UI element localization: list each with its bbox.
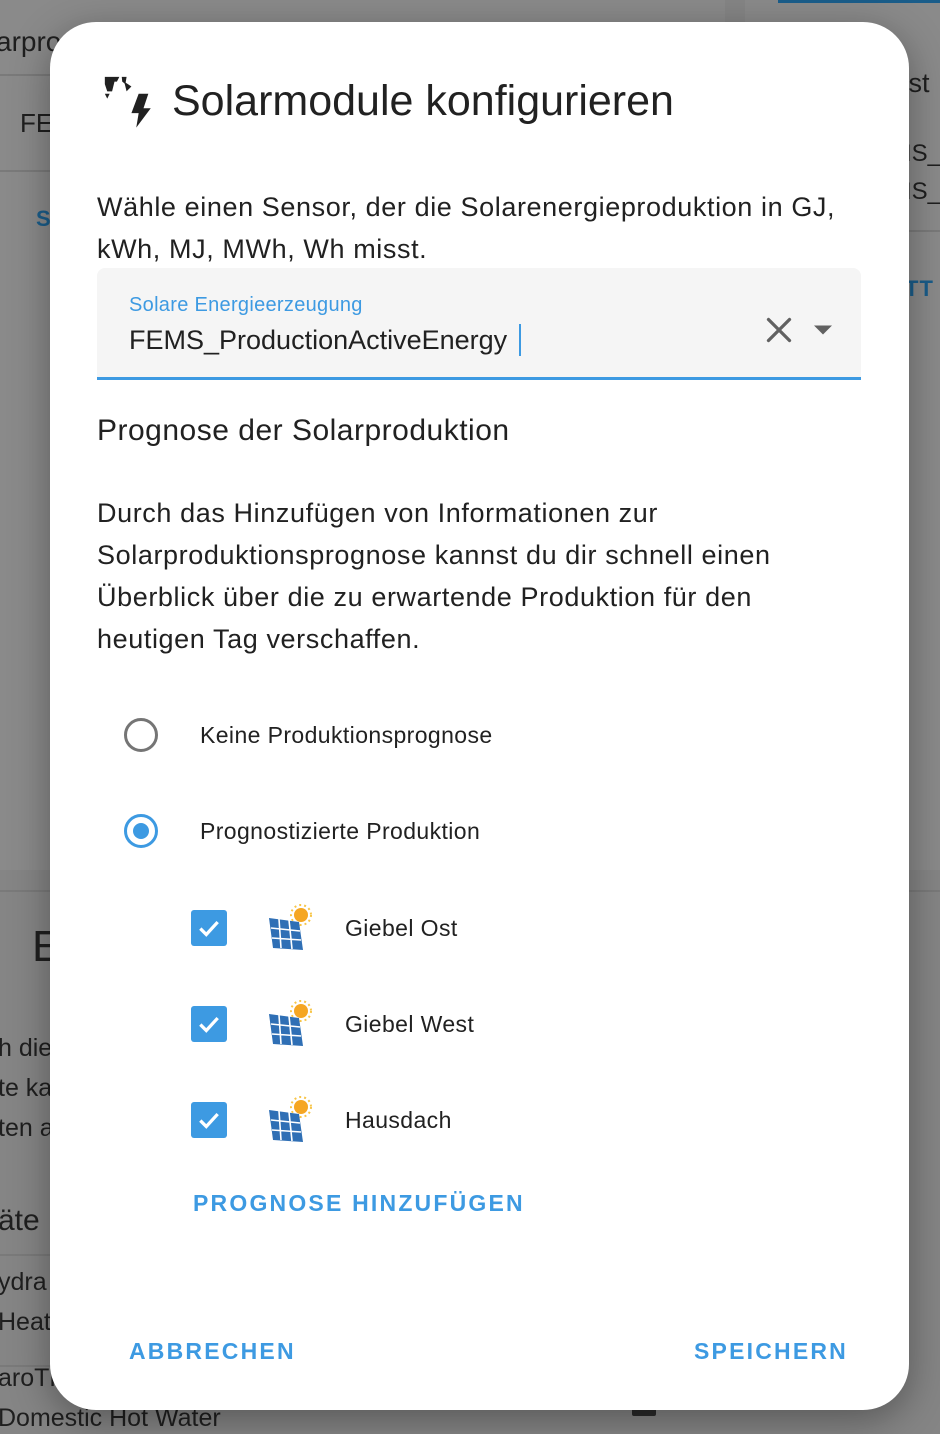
forecast-solar-icon (269, 1000, 312, 1046)
forecast-source-hausdach[interactable]: Hausdach (191, 1094, 452, 1146)
radio-button[interactable] (124, 718, 158, 752)
forecast-source-label: Giebel Ost (345, 914, 458, 941)
forecast-source-label: Giebel West (345, 1010, 475, 1037)
background-tab-indicator (778, 0, 940, 3)
background-text: äte (0, 1204, 40, 1237)
forecast-solar-icon (269, 1096, 312, 1142)
forecast-solar-icon (269, 904, 312, 950)
background-text: Heat (0, 1308, 51, 1336)
radio-option-no-forecast[interactable]: Keine Produktionsprognose (124, 718, 493, 752)
checkbox-checked[interactable] (191, 1102, 227, 1138)
checkbox-checked[interactable] (191, 1006, 227, 1042)
sensor-select-field[interactable]: Solare Energieerzeugung (97, 268, 861, 380)
forecast-source-label: Hausdach (345, 1106, 452, 1133)
background-text: IS_ (905, 140, 940, 167)
check-icon (199, 920, 219, 937)
forecast-source-giebel-west[interactable]: Giebel West (191, 998, 474, 1050)
cancel-button[interactable]: ABBRECHEN (129, 1338, 296, 1365)
dialog-title: Solarmodule konfigurieren (172, 76, 674, 125)
forecast-description: Durch das Hinzufügen von Informationen z… (97, 498, 771, 654)
arrow-drop-down-icon[interactable] (805, 312, 841, 348)
sensor-input[interactable] (129, 320, 729, 360)
dialog-header: Solarmodule konfigurieren (100, 72, 674, 130)
background-text: FE (20, 108, 54, 138)
forecast-section-title: Prognose der Solarproduktion (97, 414, 510, 447)
text-cursor (519, 324, 521, 356)
dialog-description: Wähle einen Sensor, der die Solarenergie… (97, 192, 836, 264)
radio-option-forecast[interactable]: Prognostizierte Produktion (124, 814, 480, 848)
background-link: TT (905, 276, 934, 301)
check-icon (199, 1112, 219, 1129)
background-text: IS_ (905, 178, 940, 205)
add-forecast-button[interactable]: PROGNOSE HINZUFÜGEN (193, 1190, 525, 1217)
radio-label: Keine Produktionsprognose (200, 721, 493, 748)
solar-power-icon (104, 76, 151, 128)
save-button[interactable]: SPEICHERN (694, 1338, 848, 1365)
background-text: ten a (0, 1114, 54, 1142)
close-icon[interactable] (761, 312, 797, 348)
background-text: te ka (0, 1074, 53, 1102)
checkbox-checked[interactable] (191, 910, 227, 946)
forecast-source-giebel-ost[interactable]: Giebel Ost (191, 902, 458, 954)
sensor-field-label: Solare Energieerzeugung (129, 294, 363, 316)
background-text: ydra (0, 1268, 47, 1296)
background-text: h die (0, 1034, 53, 1062)
radio-button-selected[interactable] (124, 814, 158, 848)
check-icon (199, 1016, 219, 1033)
solar-config-dialog: Solarmodule konfigurieren Wähle einen Se… (50, 22, 909, 1410)
radio-label: Prognostizierte Produktion (200, 817, 481, 844)
